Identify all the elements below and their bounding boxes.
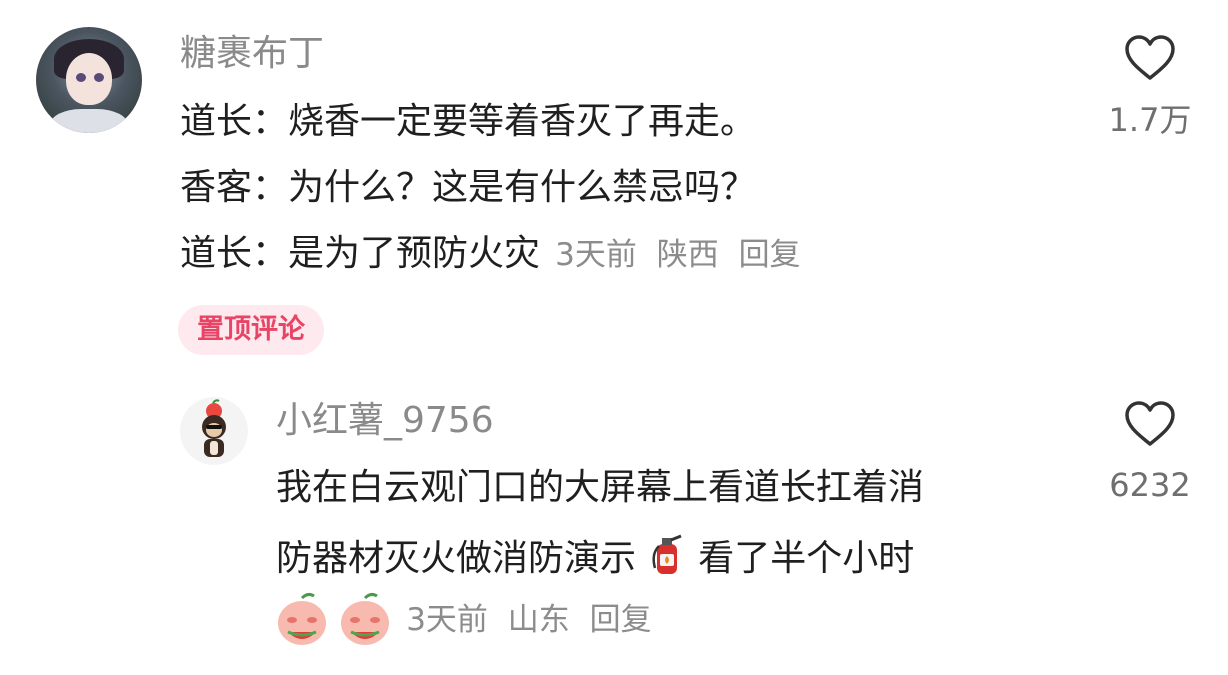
comment-last-row: 道长：是为了预防火灾 3天前 陕西 回复: [180, 232, 811, 276]
replier-username[interactable]: 小红薯_9756: [276, 401, 494, 441]
reply-like-button[interactable]: [1124, 400, 1176, 448]
reply-meta-row: 3天前 山东 回复: [274, 592, 662, 648]
reply-line-2-row: 防器材灭火做消防演示 看了半个小时: [276, 532, 914, 581]
comment-reply-link[interactable]: 回复: [739, 237, 801, 273]
reply-line-2a: 防器材灭火做消防演示: [276, 538, 637, 579]
fire-extinguisher-icon: [652, 534, 682, 574]
reply-time: 3天前: [406, 602, 488, 638]
reply-meta: 3天前 山东 回复: [406, 602, 661, 638]
reply-line-1: 我在白云观门口的大屏幕上看道长扛着消: [276, 467, 925, 508]
reply-like-count: 6232: [1109, 466, 1191, 504]
reply-reply-link[interactable]: 回复: [590, 602, 652, 638]
avatar-shoulders: [50, 109, 128, 133]
avatar-face: [66, 53, 112, 105]
comment-meta: 3天前 陕西 回复: [555, 237, 810, 273]
reply-location: 山东: [507, 602, 570, 638]
comment-line-1: 道长：烧香一定要等着香灭了再走。: [180, 101, 757, 142]
comment-line-3: 道长：是为了预防火灾: [180, 233, 541, 274]
comment-time: 3天前: [555, 237, 637, 273]
avatar-eye-right: [94, 73, 104, 82]
pinned-comment-badge: 置顶评论: [178, 305, 324, 355]
comment-location: 陕西: [656, 237, 719, 273]
commenter-avatar[interactable]: [36, 27, 142, 133]
comment-like-button[interactable]: [1124, 34, 1176, 82]
monkey-avatar-icon: [202, 399, 226, 457]
commenter-username[interactable]: 糖裹布丁: [180, 34, 324, 74]
reply-line-2b: 看了半个小时: [698, 538, 915, 579]
heart-outline-icon: [1125, 35, 1175, 80]
avatar-eye-left: [76, 73, 86, 82]
replier-avatar[interactable]: [180, 397, 248, 465]
heart-outline-icon: [1125, 401, 1175, 446]
comment-like-count: 1.7万: [1108, 101, 1192, 139]
peach-sticker-2: [337, 592, 393, 648]
peach-sticker-1: [274, 592, 330, 648]
comment-line-2: 香客：为什么？这是有什么禁忌吗？: [180, 167, 757, 208]
